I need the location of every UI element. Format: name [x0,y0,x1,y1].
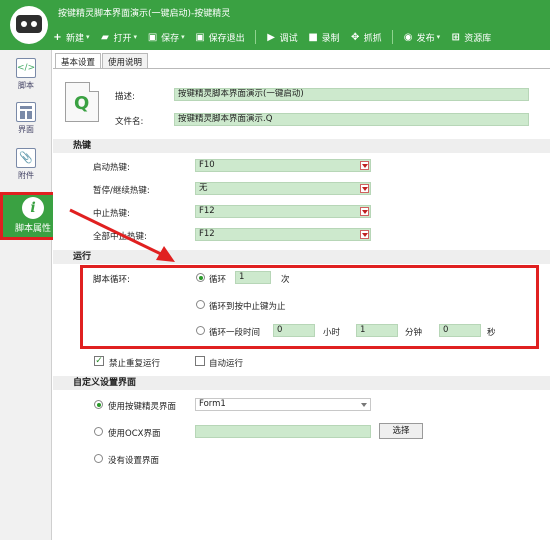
annotation-arrow-line [69,208,164,257]
annotation-arrow [69,208,175,262]
